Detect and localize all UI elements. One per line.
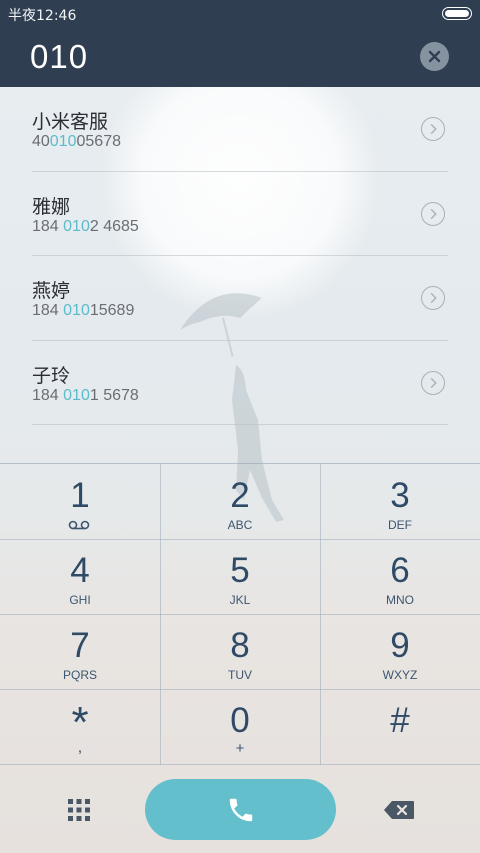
key-digit: 2	[230, 476, 250, 515]
key-letters: DEF	[388, 518, 412, 532]
key-digit: 9	[390, 626, 410, 665]
chevron-right-icon[interactable]	[421, 370, 445, 395]
match-highlight: 010	[63, 386, 90, 404]
contact-name: 子玲	[32, 364, 71, 387]
key-2[interactable]: 2 ABC	[160, 464, 320, 539]
match-highlight: 010	[63, 217, 90, 235]
key-digit: #	[390, 701, 410, 740]
key-star[interactable]: * ,	[0, 689, 160, 764]
contact-row[interactable]: 燕婷 184 01015689	[32, 256, 448, 341]
clear-icon[interactable]	[420, 42, 449, 71]
key-letters: TUV	[228, 668, 252, 682]
contact-number: 4001005678	[32, 133, 121, 150]
key-6[interactable]: 6 MNO	[320, 539, 480, 614]
key-letters: ,	[77, 739, 83, 756]
key-3[interactable]: 3 DEF	[320, 464, 480, 539]
contact-name: 雅娜	[32, 195, 71, 218]
bottom-action-bar	[0, 764, 480, 853]
match-highlight: 010	[49, 133, 77, 150]
key-digit: 4	[70, 551, 90, 590]
contact-row[interactable]: 子玲 184 0101 5678	[32, 341, 448, 425]
key-letters: MNO	[386, 593, 414, 607]
key-digit: 3	[390, 476, 410, 515]
match-highlight: 010	[63, 302, 90, 319]
key-letters: PQRS	[62, 668, 97, 682]
contact-name: 小米客服	[32, 111, 109, 133]
key-5[interactable]: 5 JKL	[160, 539, 320, 614]
key-digit: 1	[70, 476, 90, 515]
contact-number: 184 01015689	[32, 302, 135, 319]
voicemail-icon	[68, 520, 90, 530]
key-hash[interactable]: #	[320, 689, 480, 764]
key-4[interactable]: 4 GHI	[0, 539, 160, 614]
battery-icon	[442, 7, 472, 20]
contact-row[interactable]: 小米客服 4001005678	[32, 87, 448, 172]
chevron-right-icon[interactable]	[421, 117, 445, 141]
dialed-number-bar: 010	[0, 28, 480, 87]
key-1[interactable]: 1	[0, 464, 160, 539]
status-time: 半夜12:46	[8, 8, 77, 24]
key-letters: ABC	[227, 518, 253, 532]
key-digit: *	[71, 698, 89, 747]
key-digit: 5	[230, 551, 250, 590]
key-letters: GHI	[69, 593, 91, 607]
key-letters: JKL	[229, 593, 251, 607]
key-8[interactable]: 8 TUV	[160, 614, 320, 689]
dialpad: 1 2 ABC 3 DEF 4 GHI 5 JKL 6 MNO 7 PQRS 8…	[0, 463, 480, 765]
key-digit: 6	[390, 551, 410, 590]
key-digit: 0	[230, 701, 250, 740]
key-7[interactable]: 7 PQRS	[0, 614, 160, 689]
backspace-icon[interactable]	[383, 800, 415, 820]
dialed-number: 010	[30, 38, 89, 75]
contact-number: 184 0101 5678	[32, 386, 139, 404]
key-letters: WXYZ	[382, 668, 418, 682]
key-digit: 8	[230, 626, 250, 665]
phone-icon	[229, 798, 252, 821]
chevron-right-icon[interactable]	[421, 286, 445, 310]
contact-name: 燕婷	[32, 280, 71, 302]
contact-suggestion-list: 小米客服 4001005678 雅娜 184 0102 4685 燕婷 184 …	[0, 87, 480, 425]
dialpad-grid-icon[interactable]	[67, 798, 91, 822]
call-button[interactable]	[145, 779, 336, 840]
key-9[interactable]: 9 WXYZ	[320, 614, 480, 689]
key-letters: +	[235, 740, 245, 757]
key-0[interactable]: 0 +	[160, 689, 320, 764]
key-digit: 7	[70, 626, 90, 665]
status-bar: 半夜12:46	[0, 0, 480, 28]
contact-number: 184 0102 4685	[32, 217, 139, 235]
contact-row[interactable]: 雅娜 184 0102 4685	[32, 172, 448, 256]
chevron-right-icon[interactable]	[421, 201, 445, 226]
